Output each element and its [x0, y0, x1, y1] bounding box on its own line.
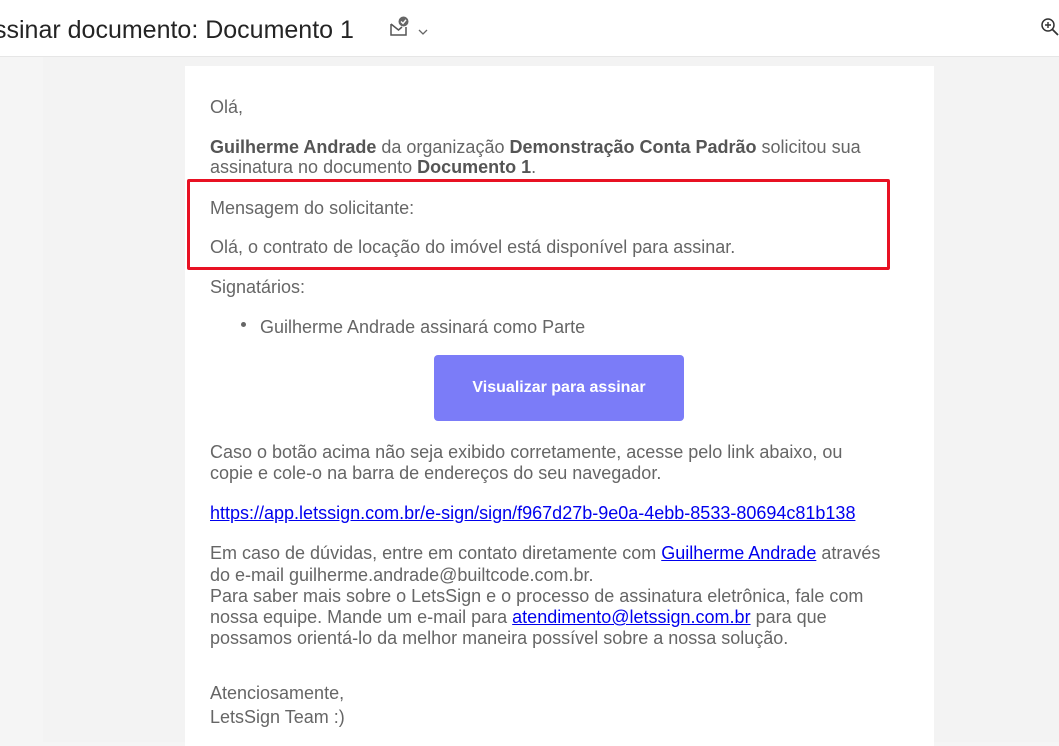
- contact-text: para que: [750, 607, 827, 627]
- contact-line-1: Em caso de dúvidas, entre em contato dir…: [210, 543, 880, 564]
- sign-link-line: https://app.letssign.com.br/e-sign/sign/…: [210, 503, 855, 524]
- signers-label: Signatários:: [210, 277, 306, 297]
- support-email-link[interactable]: atendimento@letssign.com.br: [512, 607, 750, 627]
- intro-text: da organização: [376, 137, 510, 157]
- zoom-in-icon[interactable]: [1040, 17, 1059, 37]
- email-subject: ssinar documento: Documento 1: [0, 16, 354, 44]
- view-to-sign-button[interactable]: Visualizar para assinar: [434, 355, 684, 421]
- contact-line-5: possamos orientá-lo da melhor maneira po…: [210, 628, 789, 648]
- organization-name: Demonstração Conta Padrão: [509, 137, 757, 157]
- fallback-line-2: copie e cole-o na barra de endereços do …: [210, 463, 662, 483]
- mail-check-icon[interactable]: [388, 15, 410, 39]
- chevron-down-icon[interactable]: [417, 24, 429, 35]
- intro-line-1: Guilherme Andrade da organização Demonst…: [210, 137, 861, 158]
- contact-text: através: [816, 543, 881, 563]
- contact-line-3: Para saber mais sobre o LetsSign e o pro…: [210, 586, 864, 606]
- document-name: Documento 1: [417, 157, 532, 177]
- message-highlight-box: [187, 179, 890, 270]
- contact-line-2: do e-mail guilherme.andrade@builtcode.co…: [210, 565, 594, 585]
- contact-line-4: nossa equipe. Mande um e-mail para atend…: [210, 607, 827, 628]
- intro-text: .: [531, 157, 537, 177]
- contact-name-link[interactable]: Guilherme Andrade: [661, 543, 816, 563]
- closing: Atenciosamente,: [210, 683, 345, 703]
- reading-pane-header: ssinar documento: Documento 1: [0, 0, 1059, 57]
- fallback-line-1: Caso o botão acima não seja exibido corr…: [210, 442, 843, 462]
- sender-name: Guilherme Andrade: [210, 137, 377, 157]
- contact-text: Em caso de dúvidas, entre em contato dir…: [210, 543, 662, 563]
- list-bullet: [241, 322, 246, 327]
- intro-text: solicitou sua: [756, 137, 861, 157]
- intro-text: assinatura no documento: [210, 157, 418, 177]
- contact-text: nossa equipe. Mande um e-mail para: [210, 607, 513, 627]
- sign-link[interactable]: https://app.letssign.com.br/e-sign/sign/…: [210, 503, 855, 523]
- signer-item: Guilherme Andrade assinará como Parte: [260, 317, 586, 337]
- signature: LetsSign Team :): [210, 707, 345, 727]
- greeting: Olá,: [210, 97, 244, 117]
- intro-line-2: assinatura no documento Documento 1.: [210, 157, 536, 178]
